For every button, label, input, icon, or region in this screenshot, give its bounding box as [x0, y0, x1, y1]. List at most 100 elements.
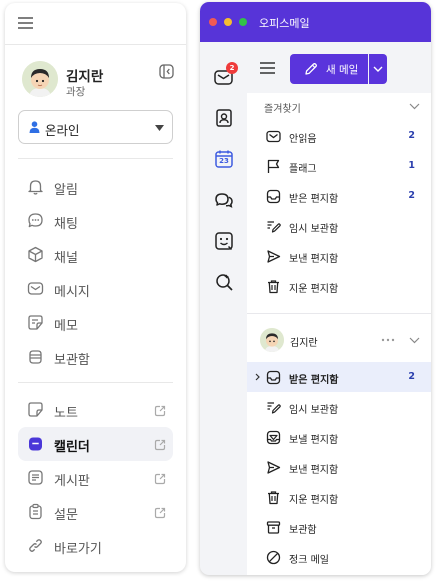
- folder-label: 받은 편지함: [289, 194, 339, 205]
- user-profile: 김지란 과장: [22, 61, 174, 101]
- calendar-day-number: 23: [219, 157, 229, 165]
- folder-unread[interactable]: 안읽음 2: [247, 121, 431, 151]
- app-rail: 2 23: [200, 42, 247, 575]
- favorites-header[interactable]: 즐겨찾기: [247, 93, 431, 121]
- survey-icon: [27, 503, 44, 520]
- external-link-icon[interactable]: [154, 405, 166, 417]
- divider: [18, 382, 173, 383]
- send-icon: [266, 249, 281, 264]
- minimize-window-button[interactable]: [224, 18, 232, 26]
- trash-icon: [266, 279, 281, 294]
- external-link-icon[interactable]: [154, 507, 166, 519]
- chevron-down-icon[interactable]: [409, 337, 420, 344]
- rail-calendar-button[interactable]: 23: [213, 148, 235, 170]
- profile-name: 김지란: [66, 69, 104, 85]
- send-icon: [266, 460, 281, 475]
- folder-label: 플래그: [289, 164, 317, 175]
- close-window-button[interactable]: [209, 18, 217, 26]
- pencil-icon: [304, 62, 318, 76]
- folder-drafts[interactable]: 임시 보관함: [247, 211, 431, 241]
- account-folder-junk[interactable]: 정크 메일: [247, 542, 431, 572]
- account-folder-outbox[interactable]: 보낼 편지함: [247, 422, 431, 452]
- nav-item-alerts[interactable]: 알림: [18, 170, 173, 204]
- account-name: 김지란: [290, 338, 318, 349]
- mail-window: 오피스메일 2 23 새 메일 즐겨찾기 안읽음 2 플래그 1 받은 편지함 …: [200, 2, 431, 575]
- status-dropdown[interactable]: 온라인: [18, 110, 173, 144]
- new-mail-button[interactable]: 새 메일: [290, 54, 368, 84]
- avatar: [260, 328, 284, 352]
- chevron-down-icon[interactable]: [409, 103, 420, 110]
- avatar[interactable]: [22, 61, 58, 97]
- more-options-icon[interactable]: [381, 338, 395, 342]
- hamburger-menu-icon[interactable]: [260, 62, 275, 74]
- nav-label: 게시판: [54, 474, 90, 489]
- profile-job-title: 과장: [66, 86, 86, 98]
- calendar-app-icon: [27, 435, 44, 452]
- nav-item-shortcut[interactable]: 바로가기: [18, 529, 173, 563]
- account-folder-sent[interactable]: 보낸 편지함: [247, 452, 431, 482]
- unread-badge: 2: [226, 62, 238, 74]
- search-settings-icon: [216, 274, 233, 291]
- trash-icon: [266, 490, 281, 505]
- chevron-down-icon: [373, 66, 383, 72]
- emoji-board-icon: [215, 232, 233, 251]
- rail-contacts-button[interactable]: [213, 107, 235, 129]
- account-header[interactable]: 김지란: [247, 322, 431, 362]
- nav-item-chat[interactable]: 채팅: [18, 204, 173, 238]
- archive-box-icon: [266, 520, 281, 535]
- external-link-icon[interactable]: [154, 473, 166, 485]
- note-icon: [27, 401, 44, 418]
- window-title: 오피스메일: [259, 17, 310, 30]
- nav-item-memo[interactable]: 메모: [18, 306, 173, 340]
- rail-chat-button[interactable]: [213, 189, 235, 211]
- inbox-icon: [266, 370, 281, 385]
- archive-icon: [27, 348, 44, 365]
- nav-item-channel[interactable]: 채널: [18, 238, 173, 272]
- folder-sent[interactable]: 보낸 편지함: [247, 241, 431, 271]
- nav-item-note[interactable]: 노트: [18, 393, 173, 427]
- folder-label: 보낼 편지함: [289, 435, 339, 446]
- nav-label: 설문: [54, 508, 78, 523]
- folder-label: 보낸 편지함: [289, 254, 339, 265]
- folder-label: 임시 보관함: [289, 405, 339, 416]
- maximize-window-button[interactable]: [239, 18, 247, 26]
- window-titlebar: 오피스메일: [200, 2, 431, 42]
- new-mail-options-button[interactable]: [369, 54, 387, 84]
- folder-flagged[interactable]: 플래그 1: [247, 151, 431, 181]
- folder-label: 지운 편지함: [289, 495, 339, 506]
- divider: [247, 313, 431, 314]
- rail-mail-button[interactable]: 2: [213, 62, 238, 88]
- rail-emoji-button[interactable]: [213, 230, 235, 252]
- outbox-icon: [266, 430, 281, 445]
- account-folder-deleted[interactable]: 지운 편지함: [247, 482, 431, 512]
- hamburger-menu-icon[interactable]: [18, 17, 33, 29]
- nav-item-survey[interactable]: 설문: [18, 495, 173, 529]
- account-folder-archive[interactable]: 보관함: [247, 512, 431, 542]
- folder-label: 안읽음: [289, 134, 317, 145]
- status-value: 온라인: [45, 123, 80, 138]
- collapse-panel-icon[interactable]: [159, 64, 174, 79]
- flag-icon: [266, 159, 281, 174]
- nav-item-archive[interactable]: 보관함: [18, 340, 173, 374]
- account-folder-drafts[interactable]: 임시 보관함: [247, 392, 431, 422]
- rail-search-button[interactable]: [213, 271, 235, 293]
- nav-item-calendar[interactable]: 캘린더: [18, 427, 173, 461]
- nav-label: 바로가기: [54, 542, 102, 557]
- favorites-title: 즐겨찾기: [264, 104, 301, 115]
- bell-icon: [27, 178, 44, 195]
- external-link-icon[interactable]: [154, 439, 166, 451]
- nav-item-messages[interactable]: 메시지: [18, 272, 173, 306]
- folder-label: 임시 보관함: [289, 224, 339, 235]
- folder-inbox[interactable]: 받은 편지함 2: [247, 181, 431, 211]
- memo-icon: [27, 314, 44, 331]
- folder-deleted[interactable]: 지운 편지함: [247, 271, 431, 301]
- left-sidebar-panel: 김지란 과장 온라인 알림 채팅 채널 메시지 메모 보관함 노트 캘린더 게시…: [5, 3, 186, 572]
- folder-label: 정크 메일: [289, 555, 329, 566]
- account-folder-inbox[interactable]: 받은 편지함 2: [247, 362, 431, 392]
- new-mail-label: 새 메일: [326, 64, 359, 76]
- folder-label: 보낸 편지함: [289, 465, 339, 476]
- nav-item-board[interactable]: 게시판: [18, 461, 173, 495]
- chevron-right-icon[interactable]: [255, 373, 260, 381]
- caret-down-icon: [155, 125, 164, 131]
